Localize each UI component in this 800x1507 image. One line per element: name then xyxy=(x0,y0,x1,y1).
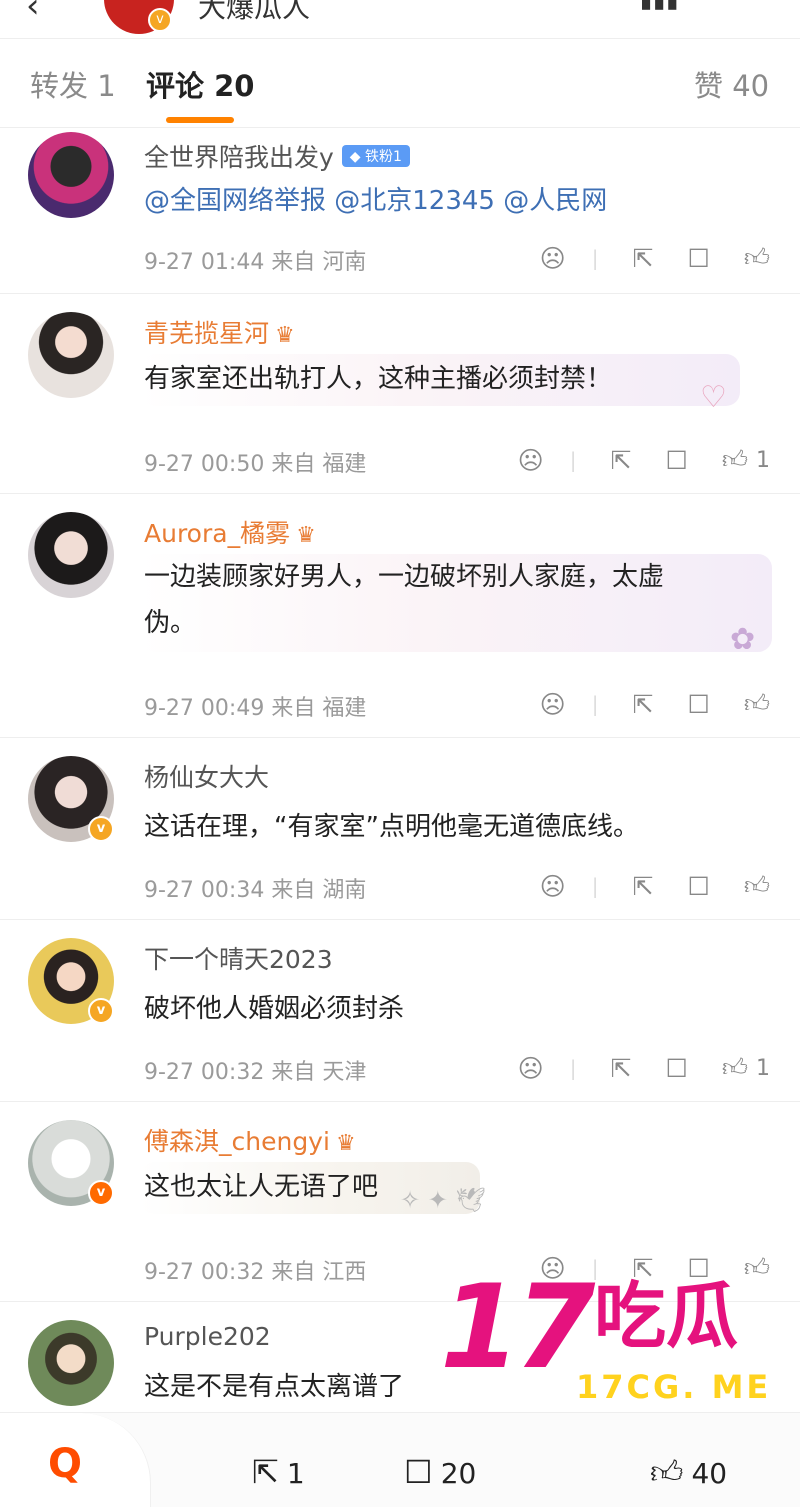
comment-icon: ☐ xyxy=(404,1453,433,1491)
tab-comments[interactable]: 评论 20 xyxy=(146,63,254,105)
verified-badge-icon: v xyxy=(88,1180,114,1206)
author-name[interactable]: 大爆瓜人 xyxy=(198,0,310,26)
share-icon[interactable]: ⇱ xyxy=(632,690,653,719)
comment-text[interactable]: 破坏他人婚姻必须封杀 xyxy=(144,986,404,1032)
comment-item: v 下一个晴天2023 破坏他人婚姻必须封杀 9-27 00:32 来自 天津 … xyxy=(0,920,800,1102)
comment-count: 20 xyxy=(440,1457,477,1490)
comment-actions: ☹ | ⇱ ☐ 👍︎ 1 xyxy=(517,445,770,475)
vip-crown-icon: ♛ xyxy=(296,523,316,548)
follow-icon[interactable]: ▮▮▮ xyxy=(640,0,679,13)
repost-count: 1 xyxy=(286,1457,305,1490)
vip-crown-icon: ♛ xyxy=(275,323,295,348)
comment-text[interactable]: 有家室还出轨打人，这种主播必须封禁！ xyxy=(144,356,612,402)
like-icon: 👍︎ xyxy=(650,1453,684,1491)
avatar[interactable]: v xyxy=(28,756,114,842)
verified-badge-icon: v xyxy=(88,816,114,842)
watermark-name: 吃瓜 xyxy=(594,1274,739,1358)
avatar[interactable] xyxy=(28,132,114,218)
dislike-icon[interactable]: ☹ xyxy=(518,1054,544,1083)
dislike-icon[interactable]: ☹ xyxy=(540,244,566,273)
dislike-icon[interactable]: ☹ xyxy=(540,872,566,901)
verified-badge-icon: v xyxy=(88,998,114,1024)
comment-text[interactable]: 这也太让人无语了吧 xyxy=(144,1164,378,1210)
comment-item: 青芜揽星河 ♛ 有家室还出轨打人，这种主播必须封禁！ ♡ 9-27 00:50 来… xyxy=(0,294,800,494)
search-button[interactable]: Q xyxy=(0,1413,151,1507)
comment-actions: ☹ | ⇱ ☐ 👍︎ xyxy=(539,243,770,273)
like-icon[interactable]: 👍︎ xyxy=(744,243,770,273)
avatar[interactable]: v xyxy=(28,938,114,1024)
comment-username[interactable]: Purple202 xyxy=(144,1322,271,1351)
avatar[interactable] xyxy=(28,312,114,398)
comment-meta: 9-27 00:34 来自 湖南 xyxy=(144,878,367,903)
comment-text[interactable]: @全国网络举报 @北京12345 @人民网 xyxy=(144,178,607,224)
comment-meta: 9-27 00:49 来自 福建 xyxy=(144,696,367,721)
tab-active-indicator xyxy=(166,117,234,123)
comment-actions: ☹ | ⇱ ☐ 👍︎ xyxy=(539,689,770,719)
comment-item: 全世界陪我出发y ◆ 铁粉1 @全国网络举报 @北京12345 @人民网 9-27… xyxy=(0,128,800,294)
heart-decoration-icon: ♡ xyxy=(700,380,727,415)
share-icon[interactable]: ⇱ xyxy=(632,872,653,901)
like-count: 40 xyxy=(691,1457,728,1490)
watermark-number: 17 xyxy=(440,1260,595,1395)
comment-meta: 9-27 00:50 来自 福建 xyxy=(144,452,367,477)
avatar[interactable] xyxy=(28,512,114,598)
share-icon[interactable]: ⇱ xyxy=(610,1054,631,1083)
share-icon[interactable]: ⇱ xyxy=(632,244,653,273)
like-icon[interactable]: 👍︎ xyxy=(744,871,770,901)
comment-item: v 杨仙女大大 这话在理，“有家室”点明他毫无道德底线。 9-27 00:34 … xyxy=(0,738,800,920)
watermark-site: 17CG. ME xyxy=(576,1368,772,1406)
avatar[interactable]: v xyxy=(28,1120,114,1206)
avatar[interactable] xyxy=(28,1320,114,1406)
chevron-left-icon[interactable]: ‹ xyxy=(26,0,40,26)
tab-likes[interactable]: 赞 40 xyxy=(694,63,769,105)
sticker-decoration-icon: ✿ xyxy=(730,622,756,657)
comment-button[interactable]: ☐ 20 xyxy=(404,1453,476,1491)
vip-crown-icon: ♛ xyxy=(335,1131,356,1156)
comment-username[interactable]: 青芜揽星河 ♛ xyxy=(144,314,295,350)
top-bar: ‹ v 大爆瓜人 ▮▮▮ xyxy=(0,0,800,36)
like-count: 1 xyxy=(756,1055,770,1081)
comment-icon[interactable]: ☐ xyxy=(665,1054,687,1083)
comment-actions: ☹ | ⇱ ☐ 👍︎ 1 xyxy=(517,1053,770,1083)
comment-text-line[interactable]: 伪。 xyxy=(144,600,196,646)
dislike-icon[interactable]: ☹ xyxy=(540,690,566,719)
like-count: 1 xyxy=(756,447,770,473)
bottom-action-bar: Q ⇱ 1 ☐ 20 👍︎ 40 xyxy=(0,1412,800,1507)
verified-badge-icon: v xyxy=(148,8,172,32)
comment-icon[interactable]: ☐ xyxy=(687,872,709,901)
comment-username[interactable]: 傅森淇_chengyi ♛ xyxy=(144,1122,356,1158)
like-icon[interactable]: 👍︎ xyxy=(744,689,770,719)
comment-icon[interactable]: ☐ xyxy=(665,446,687,475)
bird-decoration-icon: ✧ ✦ 🕊︎ xyxy=(400,1186,486,1214)
comment-username[interactable]: 杨仙女大大 xyxy=(144,758,269,794)
like-icon[interactable]: 👍︎ xyxy=(722,445,748,475)
comment-text[interactable]: 这话在理，“有家室”点明他毫无道德底线。 xyxy=(144,804,639,850)
comment-meta: 9-27 00:32 来自 江西 xyxy=(144,1260,367,1285)
comment-item: Aurora_橘雾 ♛ 一边装顾家好男人，一边破坏别人家庭，太虚 伪。 ✿ 9-2… xyxy=(0,494,800,738)
fan-badge: ◆ 铁粉1 xyxy=(341,145,410,167)
repost-button[interactable]: ⇱ 1 xyxy=(252,1453,305,1491)
comment-text[interactable]: 这是不是有点太离谱了 xyxy=(144,1364,404,1410)
like-icon[interactable]: 👍︎ xyxy=(722,1053,748,1083)
search-sparkle-icon: Q xyxy=(48,1441,83,1487)
comment-list: 全世界陪我出发y ◆ 铁粉1 @全国网络举报 @北京12345 @人民网 9-27… xyxy=(0,128,800,1422)
comment-text-line[interactable]: 一边装顾家好男人，一边破坏别人家庭，太虚 xyxy=(144,554,664,600)
author-avatar[interactable]: v xyxy=(104,0,174,34)
site-watermark: 17 吃瓜 17CG. ME xyxy=(440,1270,790,1410)
comment-icon[interactable]: ☐ xyxy=(687,244,709,273)
comment-username[interactable]: Aurora_橘雾 ♛ xyxy=(144,514,316,550)
comment-username[interactable]: 下一个晴天2023 xyxy=(144,940,333,976)
share-icon: ⇱ xyxy=(252,1453,279,1491)
dislike-icon[interactable]: ☹ xyxy=(518,446,544,475)
share-icon[interactable]: ⇱ xyxy=(610,446,631,475)
comment-actions: ☹ | ⇱ ☐ 👍︎ xyxy=(539,871,770,901)
tab-reposts[interactable]: 转发 1 xyxy=(30,63,116,105)
comment-meta: 9-27 00:32 来自 天津 xyxy=(144,1060,367,1085)
comment-tabs: 转发 1 评论 20 赞 40 xyxy=(0,38,800,128)
comment-meta: 9-27 01:44 来自 河南 xyxy=(144,250,367,275)
like-button[interactable]: 👍︎ 40 xyxy=(650,1453,727,1492)
comment-icon[interactable]: ☐ xyxy=(687,690,709,719)
comment-username[interactable]: 全世界陪我出发y ◆ 铁粉1 xyxy=(144,138,410,174)
